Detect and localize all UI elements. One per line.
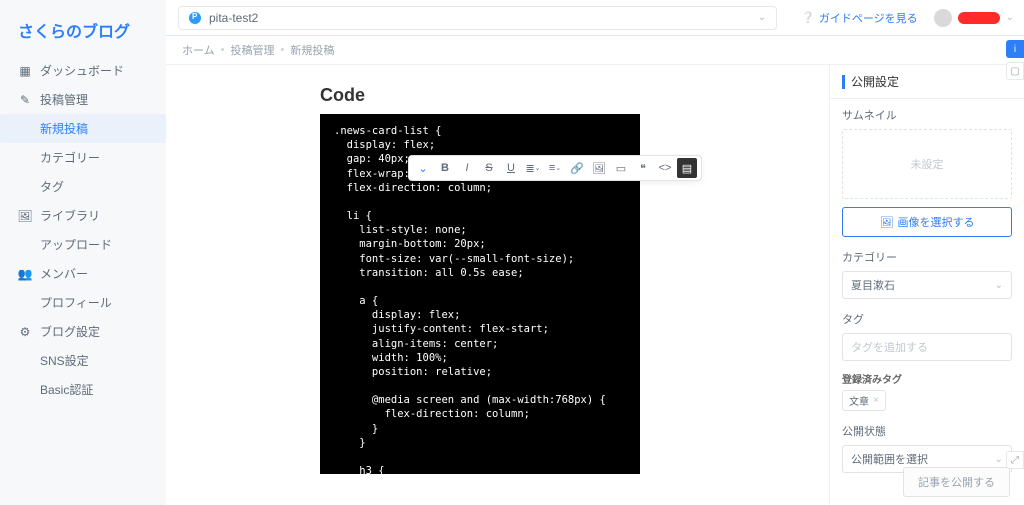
thumbnail-placeholder[interactable]: 未設定: [842, 129, 1012, 199]
block-heading[interactable]: Code: [320, 85, 829, 106]
video-button[interactable]: ▭: [611, 158, 631, 178]
breadcrumb-separator: •: [221, 44, 225, 56]
info-chip-icon[interactable]: i: [1006, 40, 1024, 58]
nav-tag[interactable]: タグ: [0, 172, 166, 201]
image-icon: 🖼: [880, 216, 894, 229]
tag-chip-text: 文章: [849, 393, 869, 408]
user-menu[interactable]: ⌄: [934, 9, 1014, 27]
nav-basic-auth[interactable]: Basic認証: [0, 375, 166, 404]
topbar: pita-test2 ⌄ ❔ ガイドページを見る ⌄: [166, 0, 1024, 36]
underline-button[interactable]: U: [501, 158, 521, 178]
nav-label: メンバー: [40, 265, 88, 282]
nav-library[interactable]: 🖼 ライブラリ: [0, 201, 166, 230]
nav-member[interactable]: 👥 メンバー: [0, 259, 166, 288]
publish-button[interactable]: 記事を公開する: [903, 467, 1010, 497]
strikethrough-button[interactable]: S: [479, 158, 499, 178]
username-redacted: [958, 12, 1000, 24]
help-icon: ❔: [801, 11, 815, 24]
remove-tag-icon[interactable]: ×: [873, 395, 879, 406]
main: pita-test2 ⌄ ❔ ガイドページを見る ⌄ ホーム • 投稿管理 • …: [166, 0, 1024, 505]
tag-label: タグ: [842, 311, 1012, 327]
nav-label: ライブラリ: [40, 207, 100, 224]
chevron-down-icon: ⌄: [995, 454, 1003, 465]
site-badge-icon: [189, 12, 201, 24]
guide-label: ガイドページを見る: [819, 10, 918, 26]
chevron-down-icon: ⌄: [1006, 12, 1014, 23]
site-selector[interactable]: pita-test2 ⌄: [178, 6, 777, 30]
editor-area: Code .news-card-list { display: flex; ga…: [166, 65, 829, 505]
content-row: Code .news-card-list { display: flex; ga…: [166, 65, 1024, 505]
list-button[interactable]: ≣⌄: [523, 158, 543, 178]
posts-icon: ✎: [18, 93, 32, 107]
rail-title-text: 公開設定: [851, 73, 899, 90]
visibility-label: 公開状態: [842, 423, 1012, 439]
guide-button[interactable]: ❔ ガイドページを見る: [793, 6, 925, 30]
right-rail: 公開設定 サムネイル 未設定 🖼 画像を選択する カテゴリー 夏目漱石 ⌄: [829, 65, 1024, 505]
nav-label: ブログ設定: [40, 323, 100, 340]
html-block-button[interactable]: ▤: [677, 158, 697, 178]
editor-toolbar: ⌄ B I S U ≣⌄ ≡⌄ 🔗 🖼 ▭ ❝ <> ▤: [408, 155, 702, 181]
crumb-mgmt[interactable]: 投稿管理: [231, 42, 275, 58]
tag-input[interactable]: タグを追加する: [842, 333, 1012, 361]
pick-image-button[interactable]: 🖼 画像を選択する: [842, 207, 1012, 237]
image-button[interactable]: 🖼: [589, 158, 609, 178]
app-logo[interactable]: さくらのブログ: [0, 12, 166, 56]
quote-button[interactable]: ❝: [633, 158, 653, 178]
settings-icon: ⚙: [18, 325, 32, 339]
thumbnail-label: サムネイル: [842, 107, 1012, 123]
category-label: カテゴリー: [842, 249, 1012, 265]
nav-upload[interactable]: アップロード: [0, 230, 166, 259]
tag-placeholder: タグを追加する: [851, 342, 928, 354]
crumb-current: 新規投稿: [290, 42, 334, 58]
registered-tags-label: 登録済みタグ: [842, 371, 1012, 386]
nav-dashboard[interactable]: ▦ ダッシュボード: [0, 56, 166, 85]
visibility-value: 公開範囲を選択: [851, 451, 928, 467]
right-vertical-chips: i ▢: [1006, 40, 1024, 80]
bold-button[interactable]: B: [435, 158, 455, 178]
align-button[interactable]: ≡⌄: [545, 158, 565, 178]
nav-new-post[interactable]: 新規投稿: [0, 114, 166, 143]
nav-posts[interactable]: ✎ 投稿管理: [0, 85, 166, 114]
nav-label: 投稿管理: [40, 91, 88, 108]
site-name: pita-test2: [209, 11, 258, 25]
category-select[interactable]: 夏目漱石 ⌄: [842, 271, 1012, 299]
library-icon: 🖼: [18, 209, 32, 223]
link-button[interactable]: 🔗: [567, 158, 587, 178]
rail-title: 公開設定: [830, 65, 1024, 99]
nav-category[interactable]: カテゴリー: [0, 143, 166, 172]
accent-bar: [842, 75, 845, 89]
avatar: [934, 9, 952, 27]
code-button[interactable]: <>: [655, 158, 675, 178]
sidebar: さくらのブログ ▦ ダッシュボード ✎ 投稿管理 新規投稿 カテゴリー タグ 🖼…: [0, 0, 166, 505]
chevron-down-icon: ⌄: [758, 12, 766, 23]
nav-sns[interactable]: SNS設定: [0, 346, 166, 375]
nav-blog-setting[interactable]: ⚙ ブログ設定: [0, 317, 166, 346]
chevron-down-icon: ⌄: [995, 280, 1003, 291]
tag-chip[interactable]: 文章 ×: [842, 390, 886, 411]
nav-label: ダッシュボード: [40, 62, 124, 79]
category-value: 夏目漱石: [851, 277, 895, 293]
member-icon: 👥: [18, 267, 32, 281]
breadcrumb: ホーム • 投稿管理 • 新規投稿: [166, 36, 1024, 65]
italic-button[interactable]: I: [457, 158, 477, 178]
expand-chip-icon[interactable]: ⤢: [1006, 451, 1024, 469]
crumb-home[interactable]: ホーム: [182, 42, 215, 58]
pick-image-label: 画像を選択する: [897, 214, 974, 230]
breadcrumb-separator: •: [281, 44, 285, 56]
nav-profile[interactable]: プロフィール: [0, 288, 166, 317]
image-chip-icon[interactable]: ▢: [1006, 62, 1024, 80]
toolbar-dropdown[interactable]: ⌄: [413, 158, 433, 178]
dashboard-icon: ▦: [18, 64, 32, 78]
